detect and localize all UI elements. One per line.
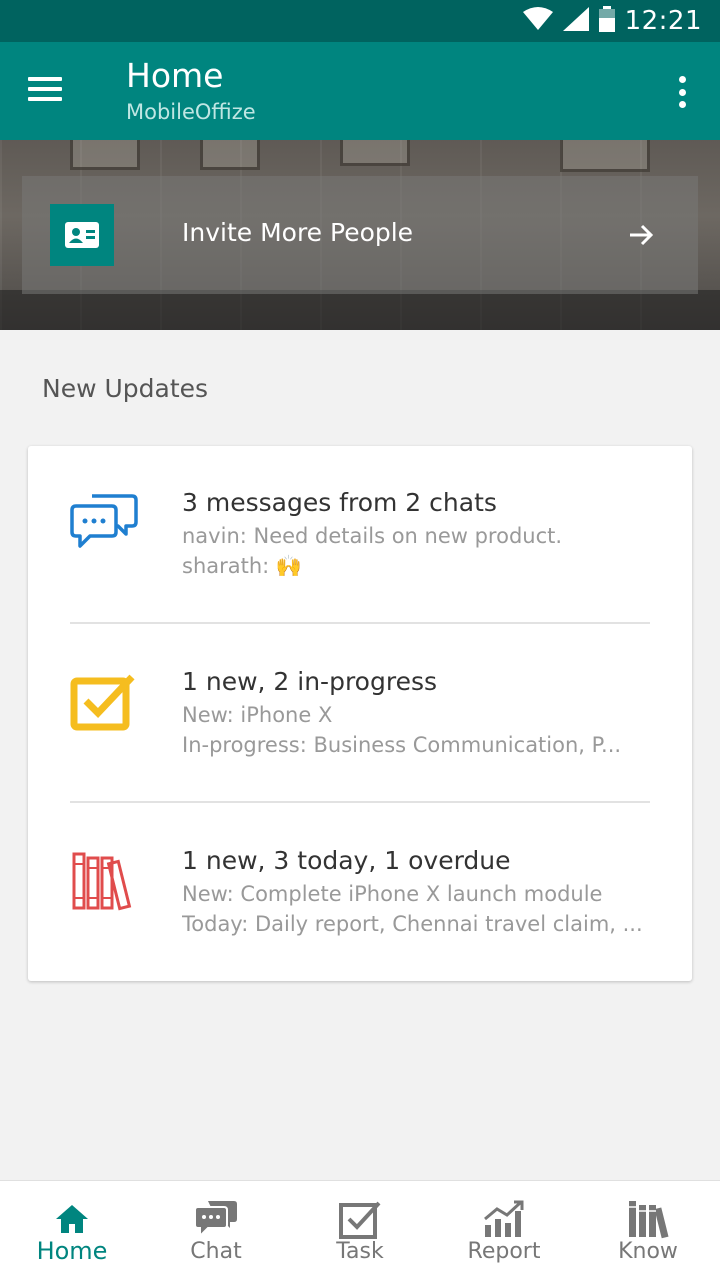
know-icon xyxy=(624,1197,672,1241)
nav-know[interactable]: Know xyxy=(576,1181,720,1280)
nav-chat[interactable]: Chat xyxy=(144,1181,288,1280)
update-knowledge[interactable]: 1 new, 3 today, 1 overdue New: Complete … xyxy=(28,804,692,982)
wall-frame xyxy=(70,140,140,170)
overflow-dot-icon xyxy=(678,76,686,83)
update-title: 1 new, 2 in-progress xyxy=(182,667,438,696)
divider xyxy=(70,622,650,624)
nav-label: Report xyxy=(467,1239,541,1264)
update-detail: navin: Need details on new product. xyxy=(182,524,563,548)
home-icon xyxy=(48,1197,96,1241)
signal-icon xyxy=(562,7,589,35)
arrow-right-icon xyxy=(628,222,654,252)
update-title: 3 messages from 2 chats xyxy=(182,488,497,517)
nav-report[interactable]: Report xyxy=(432,1181,576,1280)
desk-area xyxy=(0,290,720,330)
more-options-button[interactable] xyxy=(670,74,694,110)
nav-home[interactable]: Home xyxy=(0,1181,144,1280)
status-time: 12:21 xyxy=(624,6,702,36)
task-check-icon xyxy=(70,671,140,733)
section-title: New Updates xyxy=(42,374,209,403)
page-subtitle: MobileOffize xyxy=(126,100,256,124)
status-bar: 12:21 xyxy=(0,0,720,42)
update-chats[interactable]: 3 messages from 2 chats navin: Need deta… xyxy=(28,446,692,624)
update-tasks[interactable]: 1 new, 2 in-progress New: iPhone X In-pr… xyxy=(28,625,692,803)
update-detail: Today: Daily report, Chennai travel clai… xyxy=(182,912,643,936)
update-detail: New: iPhone X xyxy=(182,703,333,727)
overflow-dot-icon xyxy=(678,101,686,108)
task-icon xyxy=(336,1197,384,1241)
page-title: Home xyxy=(126,56,224,95)
nav-label: Task xyxy=(336,1239,384,1264)
wall-frame xyxy=(560,140,650,172)
wall-frame xyxy=(200,140,260,170)
update-detail: In-progress: Business Communication, P..… xyxy=(182,733,622,757)
chat-icon xyxy=(192,1197,240,1241)
nav-label: Home xyxy=(36,1237,108,1265)
nav-task[interactable]: Task xyxy=(288,1181,432,1280)
divider xyxy=(70,801,650,803)
battery-icon xyxy=(598,6,615,36)
hamburger-icon xyxy=(28,77,70,101)
nav-label: Know xyxy=(618,1239,678,1264)
app-bar: Home MobileOffize xyxy=(0,42,720,140)
overflow-dot-icon xyxy=(678,88,686,96)
update-detail: New: Complete iPhone X launch module xyxy=(182,882,603,906)
hero-banner: Invite More People xyxy=(0,140,720,330)
contact-card-icon xyxy=(50,204,114,266)
chat-bubbles-icon xyxy=(70,492,140,554)
report-icon xyxy=(480,1197,528,1241)
update-detail: sharath: 🙌 xyxy=(182,554,303,578)
bottom-navigation: Home Chat Task Report Know xyxy=(0,1180,720,1280)
updates-card: 3 messages from 2 chats navin: Need deta… xyxy=(28,446,692,981)
update-title: 1 new, 3 today, 1 overdue xyxy=(182,846,511,875)
books-icon xyxy=(70,850,140,912)
nav-label: Chat xyxy=(190,1239,242,1264)
wifi-icon xyxy=(522,7,553,35)
wall-frame xyxy=(340,140,410,166)
invite-people-card[interactable]: Invite More People xyxy=(22,176,698,294)
invite-label: Invite More People xyxy=(182,218,414,247)
status-icons: 12:21 xyxy=(522,6,702,36)
menu-button[interactable] xyxy=(28,72,70,110)
